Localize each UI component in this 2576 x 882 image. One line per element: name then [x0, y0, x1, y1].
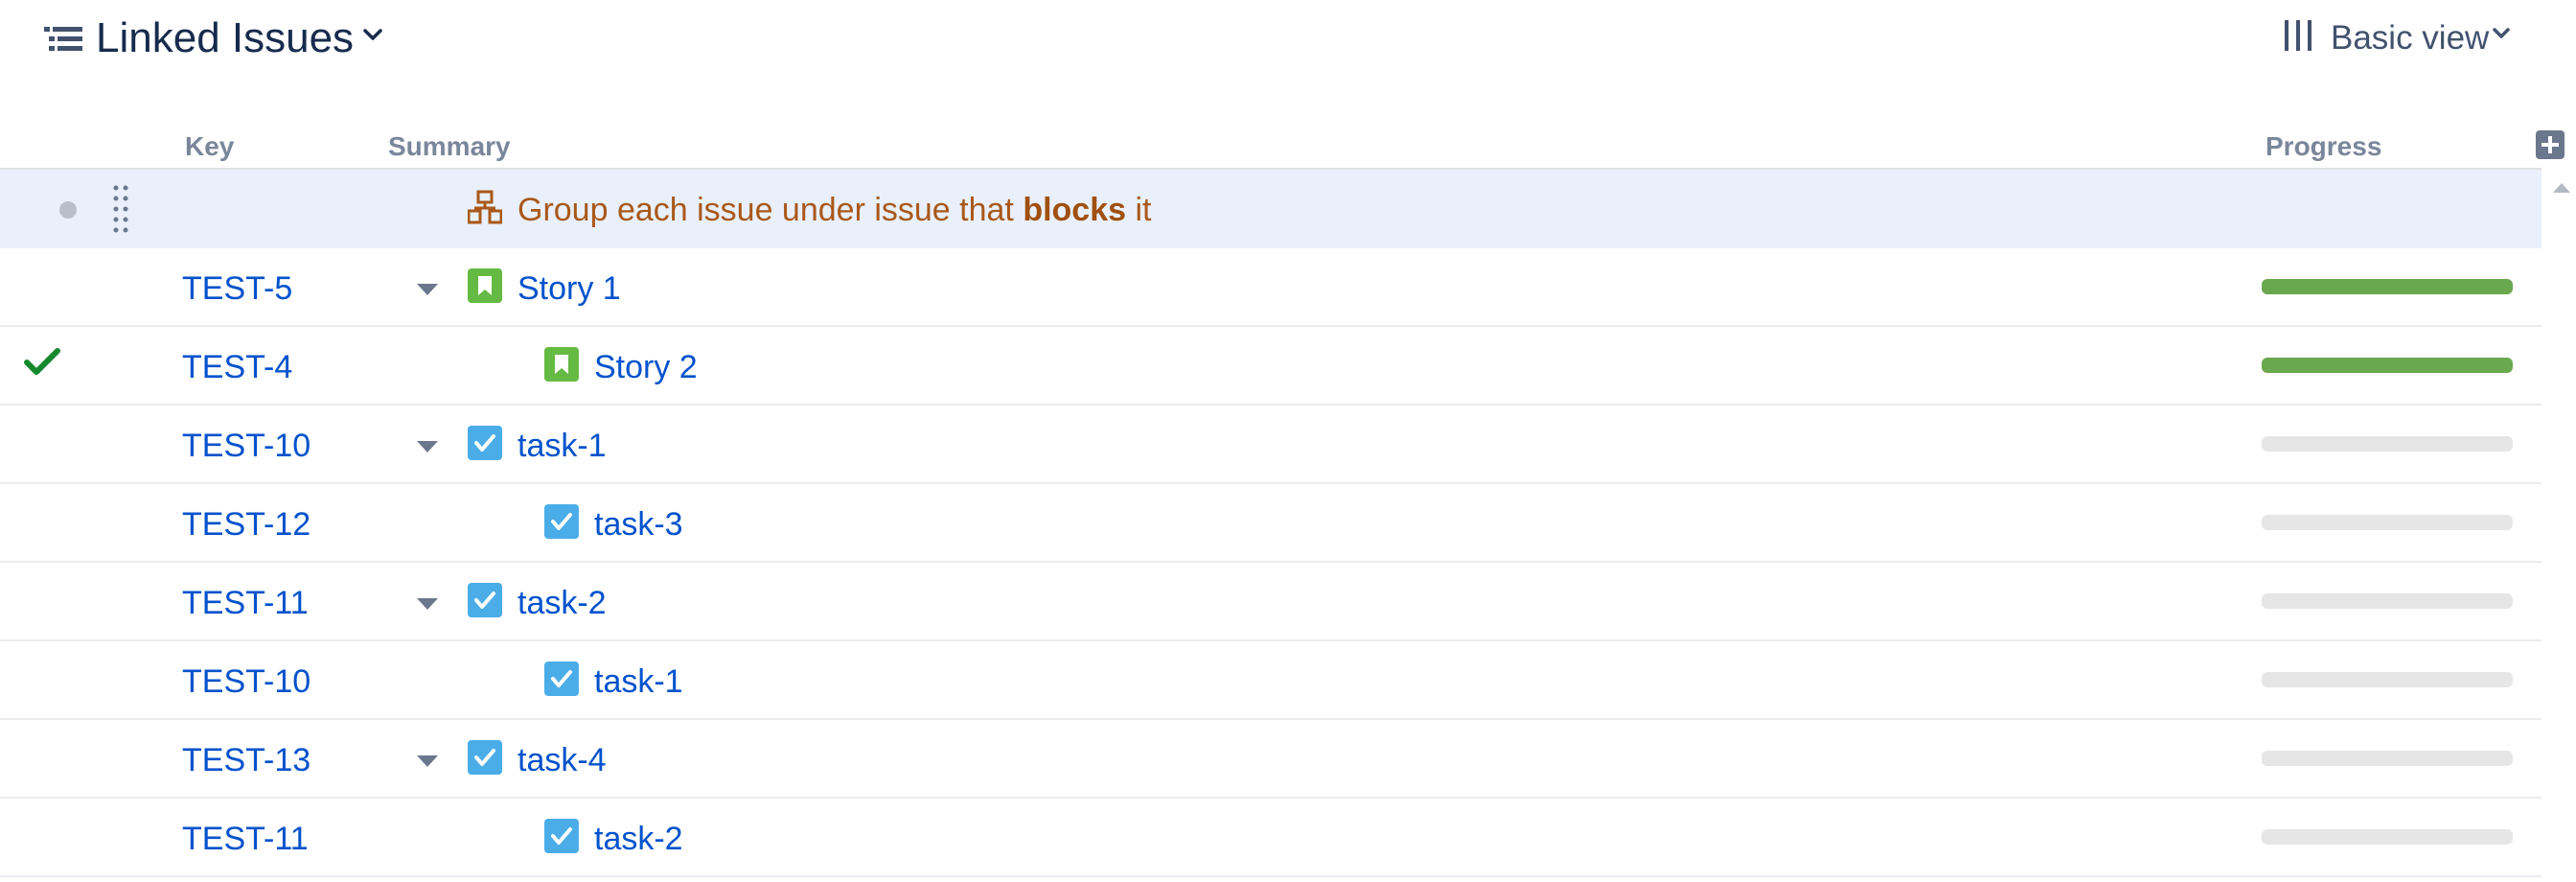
issue-summary[interactable]: task-4: [518, 740, 607, 780]
progress-bar: [2262, 829, 2513, 845]
table-row[interactable]: [0, 563, 2542, 641]
table-row[interactable]: [0, 406, 2542, 484]
issue-key[interactable]: TEST-10: [182, 426, 310, 466]
progress-bar: [2262, 436, 2513, 452]
progress-bar: [2262, 358, 2513, 373]
table-row[interactable]: [0, 484, 2542, 563]
chevron-down-icon[interactable]: [2492, 27, 2511, 40]
issue-key[interactable]: TEST-11: [182, 583, 309, 623]
table-row[interactable]: [0, 327, 2542, 406]
checkbox-icon: [544, 504, 579, 539]
issue-summary[interactable]: task-1: [594, 662, 683, 702]
view-selector-label[interactable]: Basic view: [2331, 17, 2489, 59]
chevron-down-icon[interactable]: [362, 27, 383, 42]
issue-key[interactable]: TEST-10: [182, 662, 310, 702]
issue-key[interactable]: TEST-5: [182, 268, 292, 309]
table-row[interactable]: [0, 248, 2542, 327]
issue-summary[interactable]: task-2: [594, 819, 683, 859]
checkbox-icon: [468, 583, 502, 617]
progress-bar-fill: [2262, 358, 2513, 373]
bookmark-icon: [544, 347, 579, 382]
progress-bar-fill: [2262, 279, 2513, 294]
caret-down-icon[interactable]: [416, 440, 439, 453]
issue-key[interactable]: TEST-4: [182, 347, 292, 387]
grouping-text-before: Group each issue under issue that: [518, 192, 1024, 228]
caret-down-icon[interactable]: [416, 283, 439, 296]
issue-key[interactable]: TEST-11: [182, 819, 309, 859]
checkbox-icon: [544, 819, 579, 853]
drag-handle-icon[interactable]: [111, 184, 130, 234]
issue-key[interactable]: TEST-13: [182, 740, 310, 780]
hierarchy-icon: [468, 190, 502, 224]
bookmark-icon: [468, 268, 502, 303]
caret-down-icon[interactable]: [416, 597, 439, 611]
grouping-link-type: blocks: [1023, 192, 1127, 228]
progress-bar: [2262, 672, 2513, 687]
checkbox-icon: [468, 740, 502, 775]
issue-summary[interactable]: task-2: [518, 583, 607, 623]
column-header-summary[interactable]: Summary: [388, 130, 511, 163]
caret-down-icon[interactable]: [416, 754, 439, 768]
plus-square-icon[interactable]: [2536, 130, 2564, 159]
progress-bar: [2262, 751, 2513, 766]
issue-summary[interactable]: Story 1: [518, 268, 621, 309]
column-header-progress[interactable]: Progress: [2266, 130, 2381, 163]
table-row[interactable]: [0, 799, 2542, 877]
status-dot: [59, 201, 77, 219]
column-header-key[interactable]: Key: [185, 130, 234, 163]
structure-list-icon: [44, 27, 82, 51]
issue-key[interactable]: TEST-12: [182, 504, 310, 545]
scroll-up-arrow-icon[interactable]: [2551, 180, 2572, 196]
grouping-description[interactable]: Group each issue under issue that blocks…: [518, 190, 1152, 230]
progress-bar: [2262, 515, 2513, 530]
table-row[interactable]: [0, 720, 2542, 799]
grouping-row[interactable]: [0, 170, 2542, 248]
checkmark-icon: [24, 348, 60, 375]
checkbox-icon: [468, 426, 502, 460]
columns-icon[interactable]: [2283, 19, 2315, 52]
page-title[interactable]: Linked Issues: [96, 12, 354, 65]
progress-bar: [2262, 593, 2513, 609]
grouping-text-after: it: [1126, 192, 1152, 228]
issue-summary[interactable]: task-3: [594, 504, 683, 545]
issue-summary[interactable]: Story 2: [594, 347, 698, 387]
checkbox-icon: [544, 662, 579, 696]
progress-bar: [2262, 279, 2513, 294]
table-row[interactable]: [0, 641, 2542, 720]
issue-summary[interactable]: task-1: [518, 426, 607, 466]
